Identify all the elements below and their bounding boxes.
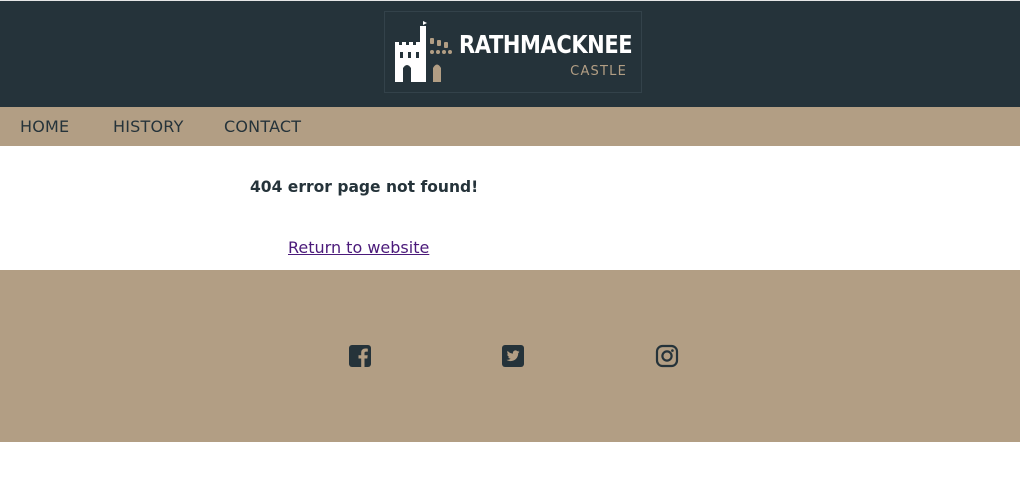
logo-subtitle: CASTLE	[570, 64, 627, 79]
site-header: RATHMACKNEE CASTLE	[0, 0, 1020, 107]
nav-item-history[interactable]: HISTORY	[113, 107, 184, 146]
castle-icon	[395, 21, 452, 82]
facebook-icon[interactable]	[348, 344, 372, 368]
logo-title: RATHMACKNEE	[459, 30, 633, 59]
main-nav: HOME HISTORY CONTACT	[0, 107, 1020, 146]
error-message: 404 error page not found!	[250, 177, 479, 196]
instagram-icon[interactable]	[655, 344, 679, 368]
nav-item-contact[interactable]: CONTACT	[224, 107, 301, 146]
twitter-icon[interactable]	[501, 344, 525, 368]
site-footer	[0, 270, 1020, 442]
site-logo[interactable]: RATHMACKNEE CASTLE	[384, 11, 642, 93]
return-to-website-link[interactable]: Return to website	[288, 238, 429, 257]
nav-item-home[interactable]: HOME	[20, 107, 69, 146]
